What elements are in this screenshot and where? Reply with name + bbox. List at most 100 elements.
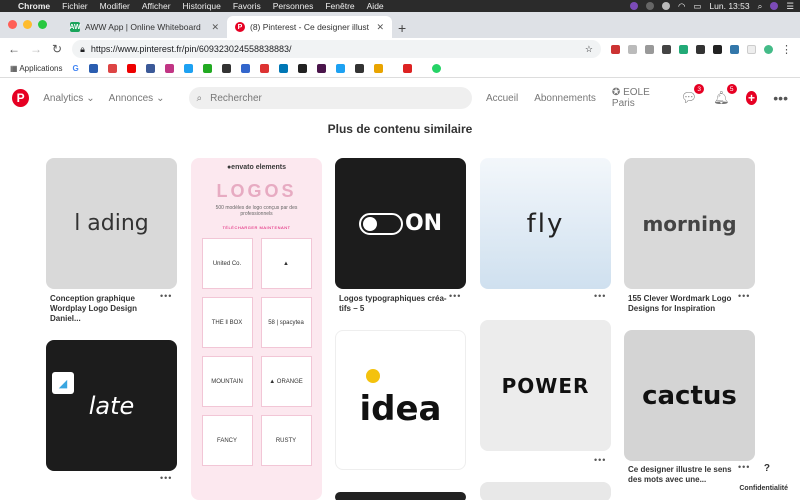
extension-icon[interactable] xyxy=(611,44,620,54)
more-options-icon[interactable]: ••• xyxy=(738,462,750,472)
pin-cactus[interactable]: cactus xyxy=(624,330,755,461)
menu-personnes[interactable]: Personnes xyxy=(273,1,314,11)
bookmark-icon[interactable] xyxy=(259,64,269,73)
extension-icon[interactable] xyxy=(713,44,722,54)
pin-loading[interactable]: l ading xyxy=(46,158,177,289)
extension-icon[interactable] xyxy=(645,44,654,54)
spotlight-icon[interactable]: ⌕ xyxy=(758,1,763,12)
analytics-menu[interactable]: Analytics ⌄ xyxy=(43,93,94,104)
bookmark-icon[interactable] xyxy=(202,64,212,73)
pin-late[interactable]: late ◢ xyxy=(46,340,177,471)
nav-accueil[interactable]: Accueil xyxy=(486,93,518,104)
pin-caption[interactable]: Ce designer illustre le sens des mots av… xyxy=(628,465,740,485)
twitter-icon[interactable] xyxy=(183,64,193,73)
siri-icon[interactable] xyxy=(770,2,779,10)
status-icon[interactable] xyxy=(629,2,638,10)
wifi-icon[interactable]: ◠ xyxy=(678,1,685,12)
analytics-icon[interactable] xyxy=(373,64,383,73)
bookmark-icon[interactable] xyxy=(221,64,231,73)
pin-on[interactable]: ON xyxy=(335,158,466,289)
notifications-button[interactable]: 🔔︎ 5 xyxy=(713,84,737,106)
bookmark-icon[interactable] xyxy=(297,64,307,73)
google-icon[interactable]: G xyxy=(72,64,78,73)
youtube-icon[interactable] xyxy=(126,64,136,73)
pin-partial[interactable] xyxy=(335,492,466,500)
menu-modifier[interactable]: Modifier xyxy=(100,1,130,11)
status-icon[interactable] xyxy=(645,2,654,10)
extension-icon[interactable] xyxy=(628,44,637,54)
browser-menu-icon[interactable]: ⋮ xyxy=(781,43,792,56)
extension-icon[interactable] xyxy=(662,44,671,54)
whatsapp-icon[interactable] xyxy=(431,64,441,73)
pin-fly[interactable]: fly xyxy=(480,158,611,289)
privacy-link[interactable]: Confidentialité xyxy=(735,483,792,494)
pin-power[interactable]: POWER xyxy=(480,320,611,451)
bookmark-applications[interactable]: ▦ Applications xyxy=(10,64,62,73)
more-options-icon[interactable]: ••• xyxy=(773,90,788,106)
tab-aww-app[interactable]: AW AWW App | Online Whiteboard ✕ xyxy=(62,16,227,38)
annonces-menu[interactable]: Annonces ⌄ xyxy=(109,93,165,104)
instagram-icon[interactable] xyxy=(164,64,174,73)
menu-historique[interactable]: Historique xyxy=(183,1,221,11)
close-tab-icon[interactable]: ✕ xyxy=(211,22,219,33)
clock[interactable]: Lun. 13:53 xyxy=(709,1,749,11)
slack-icon[interactable] xyxy=(316,64,326,73)
bookmark-icon[interactable] xyxy=(402,64,412,73)
create-plus-button[interactable]: + xyxy=(745,91,758,105)
bookmark-icon[interactable] xyxy=(354,64,364,73)
bookmark-icon[interactable] xyxy=(335,64,345,73)
extension-icon[interactable] xyxy=(679,44,688,54)
tab-pinterest[interactable]: P (8) Pinterest - Ce designer illust ✕ xyxy=(227,16,392,38)
reload-icon[interactable]: ↻ xyxy=(52,42,62,56)
minimize-window-button[interactable] xyxy=(23,20,32,29)
forward-icon[interactable]: → xyxy=(30,42,42,56)
linkedin-icon[interactable] xyxy=(278,64,288,73)
address-bar[interactable]: 🔒︎ https://www.pinterest.fr/pin/60932302… xyxy=(72,40,601,58)
facebook-icon[interactable] xyxy=(145,64,155,73)
profile-avatar-icon[interactable] xyxy=(764,44,773,54)
bookmark-icon[interactable] xyxy=(240,64,250,73)
back-icon[interactable]: ← xyxy=(8,42,20,56)
pin-caption[interactable]: Conception graphique Wordplay Logo Desig… xyxy=(50,294,162,324)
pinterest-logo-icon[interactable]: P xyxy=(12,89,30,107)
cloud-icon[interactable] xyxy=(661,2,670,10)
nav-abonnements[interactable]: Abonnements xyxy=(534,93,596,104)
help-button[interactable]: ? xyxy=(764,463,770,474)
bookmark-star-icon[interactable]: ☆ xyxy=(585,44,593,55)
menu-fichier[interactable]: Fichier xyxy=(62,1,88,11)
search-input[interactable]: ⌕ Rechercher xyxy=(188,87,472,109)
extension-icon[interactable] xyxy=(696,44,705,54)
close-window-button[interactable] xyxy=(8,20,17,29)
more-options-icon[interactable]: ••• xyxy=(449,291,461,301)
more-options-icon[interactable]: ••• xyxy=(594,455,606,465)
search-icon: ⌕ xyxy=(196,92,203,104)
notifications-badge: 5 xyxy=(726,84,737,94)
menu-list-icon[interactable]: ☰ xyxy=(786,1,794,12)
pin-morning[interactable]: morning xyxy=(624,158,755,289)
zoom-window-button[interactable] xyxy=(38,20,47,29)
extension-icon[interactable] xyxy=(747,44,756,54)
menu-chrome[interactable]: Chrome xyxy=(18,1,50,11)
close-tab-icon[interactable]: ✕ xyxy=(376,22,384,33)
more-options-icon[interactable]: ••• xyxy=(160,473,172,483)
pin-envato-logos[interactable]: ●envato elements LOGOS 500 modèles de lo… xyxy=(191,158,322,500)
pin-caption[interactable]: Logos typographiques créa- tifs – 5 xyxy=(339,294,451,314)
messages-button[interactable]: 💬︎ 3 xyxy=(681,84,705,106)
pin-idea[interactable]: idea xyxy=(335,330,466,470)
battery-icon[interactable]: ▭ xyxy=(693,1,701,12)
more-options-icon[interactable]: ••• xyxy=(160,291,172,301)
pin-caption[interactable]: 155 Clever Wordmark Logo Designs for Ins… xyxy=(628,294,740,314)
more-options-icon[interactable]: ••• xyxy=(594,291,606,301)
os-menu-bar: Chrome Fichier Modifier Afficher Histori… xyxy=(0,0,800,12)
menu-fenetre[interactable]: Fenêtre xyxy=(325,1,354,11)
menu-favoris[interactable]: Favoris xyxy=(233,1,261,11)
more-options-icon[interactable]: ••• xyxy=(738,291,750,301)
pin-partial[interactable] xyxy=(480,482,611,500)
profile-link[interactable]: ✪ EOLE Paris xyxy=(612,87,665,109)
new-tab-icon[interactable]: + xyxy=(398,20,406,36)
menu-afficher[interactable]: Afficher xyxy=(142,1,171,11)
bookmark-icon[interactable] xyxy=(88,64,98,73)
gmail-icon[interactable] xyxy=(107,64,117,73)
extension-icon[interactable] xyxy=(730,44,739,54)
menu-aide[interactable]: Aide xyxy=(367,1,384,11)
